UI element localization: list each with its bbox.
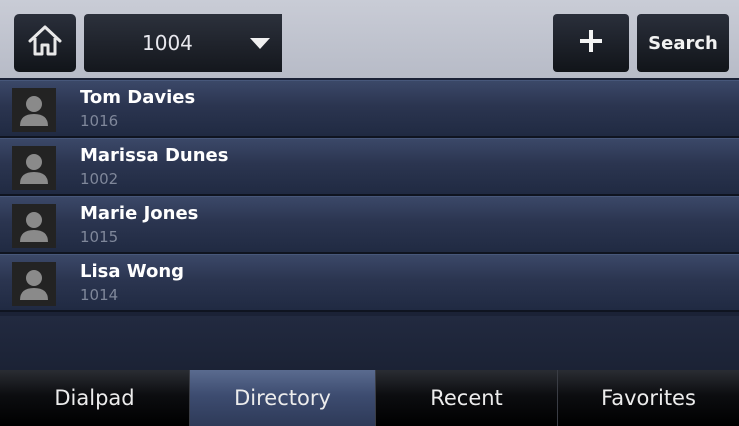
plus-icon [578, 28, 604, 58]
home-icon [25, 21, 65, 65]
contact-number: 1014 [80, 286, 119, 304]
contact-list: Tom Davies 1016 Marissa Dunes 1002 Marie… [0, 80, 739, 312]
person-icon [12, 146, 56, 190]
contact-name: Marissa Dunes [80, 145, 229, 166]
line-selector-value: 1004 [142, 31, 193, 55]
contact-row[interactable]: Marie Jones 1015 [0, 196, 739, 254]
contact-number: 1016 [80, 112, 119, 130]
contact-name: Lisa Wong [80, 261, 185, 282]
tab-recent[interactable]: Recent [376, 370, 558, 426]
add-contact-button[interactable] [553, 14, 629, 72]
tab-favorites[interactable]: Favorites [558, 370, 739, 426]
empty-list-area [0, 316, 739, 370]
contact-number: 1002 [80, 170, 119, 188]
person-icon [12, 204, 56, 248]
tab-dialpad[interactable]: Dialpad [0, 370, 190, 426]
top-bar: 1004 Search [0, 0, 739, 78]
contact-row[interactable]: Marissa Dunes 1002 [0, 138, 739, 196]
contact-name: Marie Jones [80, 203, 199, 224]
contact-name: Tom Davies [80, 87, 196, 108]
contact-row[interactable]: Lisa Wong 1014 [0, 254, 739, 312]
person-icon [12, 88, 56, 132]
tab-directory[interactable]: Directory [190, 370, 376, 426]
search-button[interactable]: Search [637, 14, 729, 72]
bottom-tab-bar: Dialpad Directory Recent Favorites [0, 370, 739, 426]
home-button[interactable] [14, 14, 76, 72]
contact-number: 1015 [80, 228, 119, 246]
chevron-down-icon [250, 38, 270, 49]
contact-row[interactable]: Tom Davies 1016 [0, 80, 739, 138]
person-icon [12, 262, 56, 306]
line-selector[interactable]: 1004 [84, 14, 282, 72]
